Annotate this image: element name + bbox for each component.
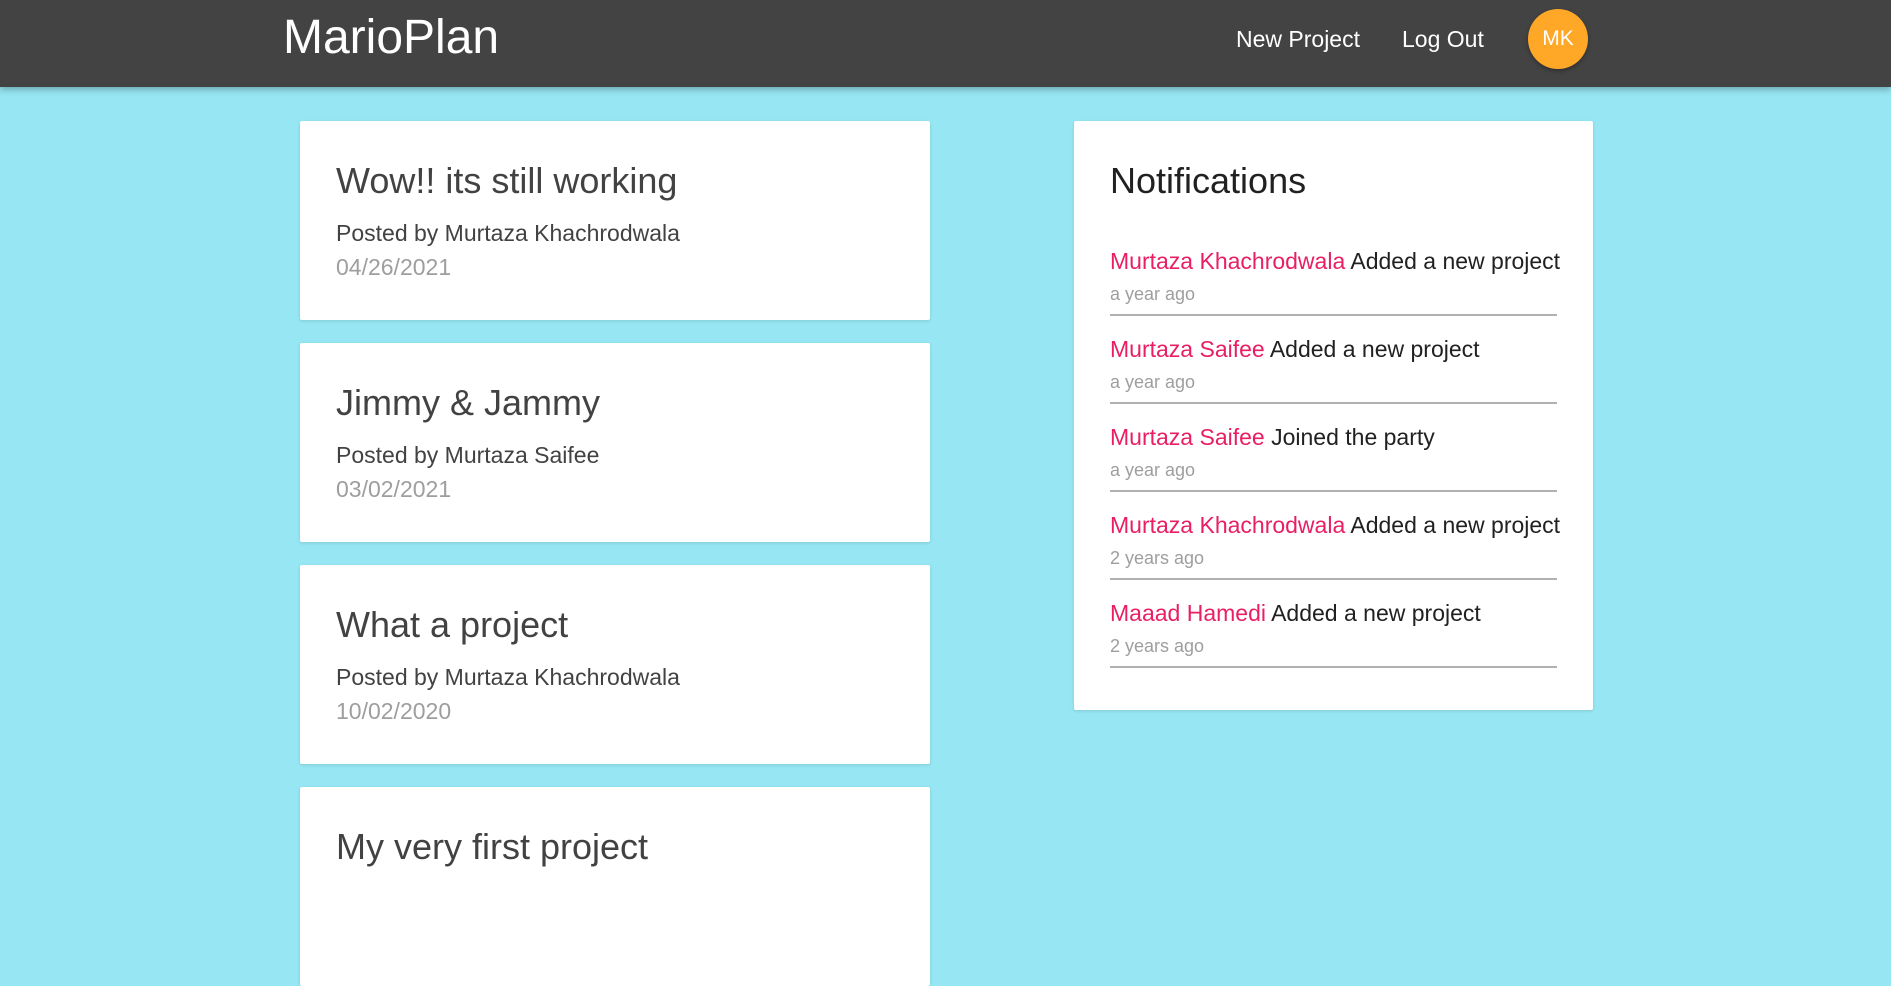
project-card[interactable]: My very first project	[300, 787, 930, 986]
notification-user-link[interactable]: Murtaza Khachrodwala	[1110, 512, 1345, 538]
project-date: 03/02/2021	[336, 476, 452, 502]
notifications-title: Notifications	[1110, 160, 1307, 201]
notification-text: Murtaza Khachrodwala Added a new project	[1110, 248, 1560, 274]
notification-time: a year ago	[1110, 460, 1196, 480]
notification-text: Murtaza Khachrodwala Added a new project	[1110, 512, 1560, 538]
project-card[interactable]: What a project Posted by Murtaza Khachro…	[300, 565, 930, 764]
notification-item: Murtaza Khachrodwala Added a new project…	[1110, 228, 1560, 316]
project-title: Wow!! its still working	[336, 160, 678, 201]
notification-item: Murtaza Saifee Added a new project a yea…	[1110, 316, 1557, 404]
notification-text: Murtaza Saifee Joined the party	[1110, 424, 1435, 450]
log-out-link[interactable]: Log Out	[1402, 26, 1484, 52]
notification-time: 2 years ago	[1110, 548, 1205, 568]
notification-item: Murtaza Khachrodwala Added a new project…	[1110, 492, 1560, 580]
notification-content: Added a new project	[1350, 248, 1561, 274]
project-author: Posted by Murtaza Saifee	[336, 442, 600, 468]
notification-user-link[interactable]: Murtaza Saifee	[1110, 424, 1265, 450]
notification-item: Murtaza Saifee Joined the party a year a…	[1110, 404, 1557, 492]
notification-content: Added a new project	[1271, 600, 1481, 626]
project-card[interactable]: Jimmy & Jammy Posted by Murtaza Saifee 0…	[300, 343, 930, 542]
notification-user-link[interactable]: Maaad Hamedi	[1110, 600, 1266, 626]
notifications-list: Murtaza Khachrodwala Added a new project…	[1110, 228, 1560, 668]
project-title: My very first project	[336, 826, 649, 867]
brand-logo[interactable]: MarioPlan	[283, 12, 499, 64]
project-title: Jimmy & Jammy	[336, 382, 600, 423]
notifications-panel: Notifications Murtaza Khachrodwala Added…	[1074, 121, 1593, 710]
notification-item: Maaad Hamedi Added a new project 2 years…	[1110, 580, 1557, 668]
notification-time: 2 years ago	[1110, 636, 1205, 656]
notification-time: a year ago	[1110, 372, 1196, 392]
notification-content: Joined the party	[1271, 424, 1435, 450]
notification-text: Maaad Hamedi Added a new project	[1110, 600, 1481, 626]
notification-text: Murtaza Saifee Added a new project	[1110, 336, 1480, 362]
navbar: MarioPlan New Project Log Out MK	[0, 0, 1891, 87]
notification-content: Added a new project	[1269, 336, 1480, 362]
notification-time: a year ago	[1110, 284, 1196, 304]
project-author: Posted by Murtaza Khachrodwala	[336, 220, 680, 246]
project-date: 10/02/2020	[336, 698, 452, 724]
project-author: Posted by Murtaza Khachrodwala	[336, 664, 680, 690]
notification-user-link[interactable]: Murtaza Saifee	[1110, 336, 1265, 362]
new-project-link[interactable]: New Project	[1236, 26, 1360, 52]
project-card[interactable]: Wow!! its still working Posted by Murtaz…	[300, 121, 930, 320]
project-date: 04/26/2021	[336, 254, 452, 280]
user-avatar[interactable]: MK	[1528, 9, 1588, 69]
project-title: What a project	[336, 604, 569, 645]
notification-content: Added a new project	[1350, 512, 1561, 538]
notification-user-link[interactable]: Murtaza Khachrodwala	[1110, 248, 1345, 274]
